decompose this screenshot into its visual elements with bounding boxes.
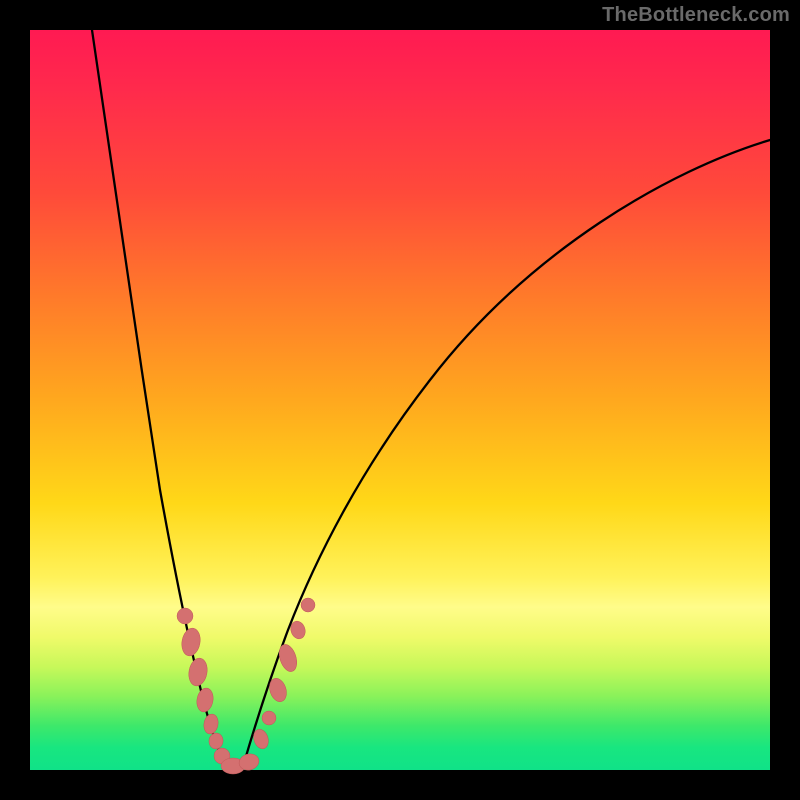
bead-group	[177, 598, 315, 774]
plot-area	[30, 30, 770, 770]
bead-marker	[195, 687, 215, 713]
bead-marker	[262, 711, 276, 725]
left-curve	[92, 30, 227, 770]
chart-frame: TheBottleneck.com	[0, 0, 800, 800]
bead-marker	[180, 627, 203, 658]
bead-marker	[177, 608, 193, 624]
bead-marker	[208, 732, 224, 750]
watermark-text: TheBottleneck.com	[602, 4, 790, 27]
bead-marker	[187, 657, 210, 688]
bead-marker	[276, 642, 300, 674]
curves-svg	[30, 30, 770, 770]
right-curve	[242, 140, 770, 770]
bead-marker	[301, 598, 315, 612]
bead-marker	[202, 713, 219, 735]
